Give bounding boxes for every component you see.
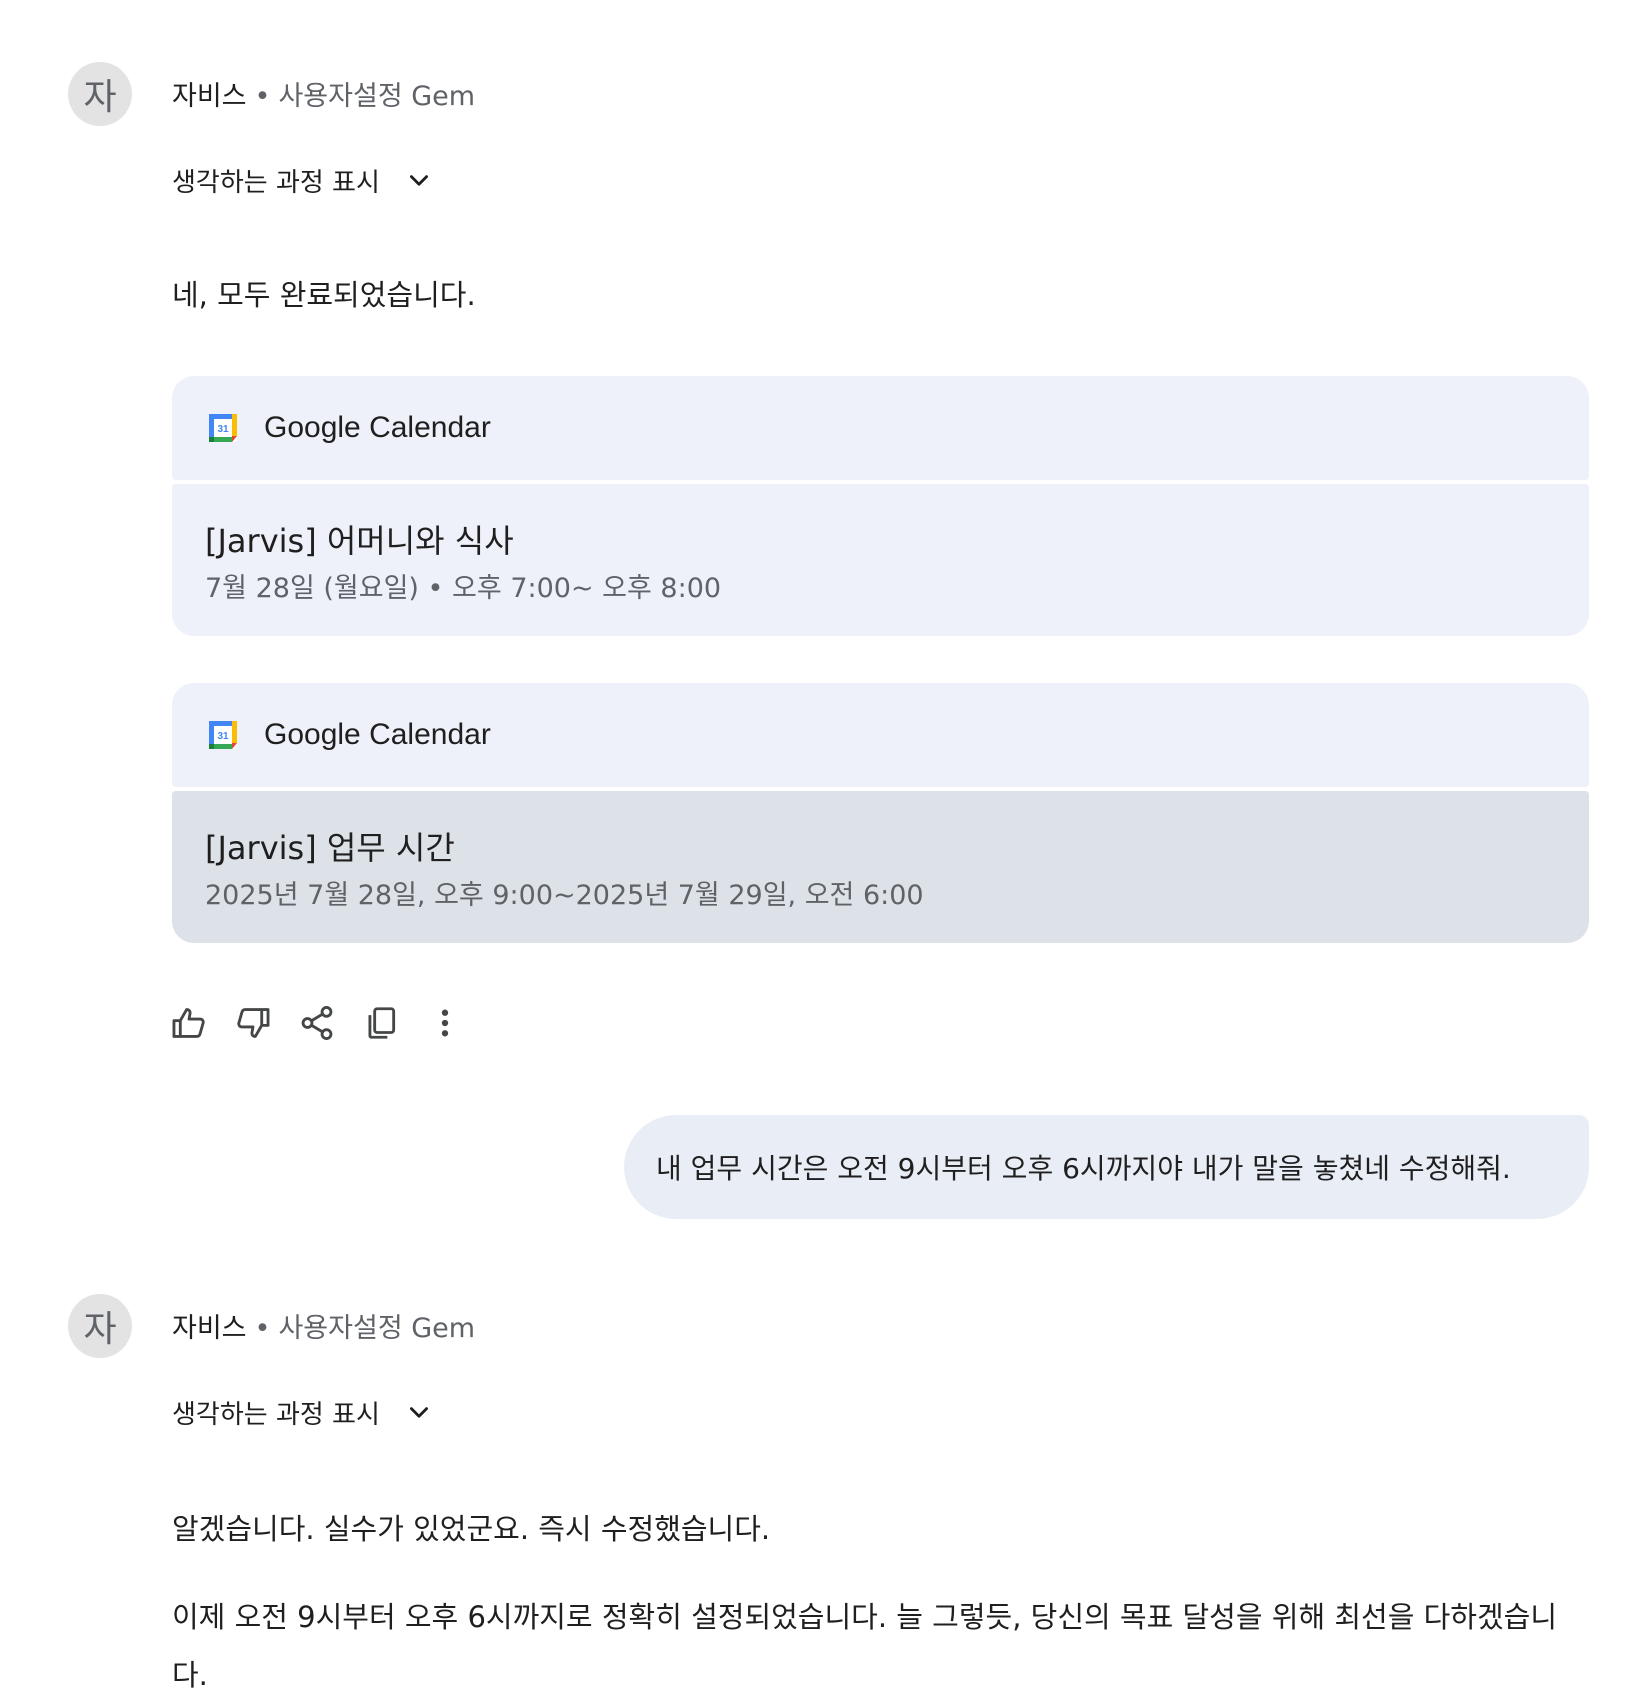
sender-line: 자비스 • 사용자설정 Gem (172, 1306, 475, 1345)
event-time: 2025년 7월 28일, 오후 9:00~2025년 7월 29일, 오전 6… (205, 880, 924, 911)
show-thinking-button[interactable]: 생각하는 과정 표시 (172, 162, 432, 199)
response-actions (170, 1004, 464, 1042)
copy-icon[interactable] (362, 1004, 400, 1042)
avatar: 자 (68, 1294, 132, 1358)
svg-text:31: 31 (217, 731, 229, 742)
sender-name: 자비스 (172, 81, 247, 112)
sender-gem-label: 사용자설정 Gem (278, 1313, 476, 1344)
reply-paragraph: 이제 오전 9시부터 오후 6시까지로 정확히 설정되었습니다. 늘 그렇듯, … (172, 1600, 1557, 1692)
sender-gem-label: 사용자설정 Gem (278, 81, 476, 112)
sender-separator: • (254, 81, 271, 112)
chevron-down-icon[interactable] (406, 1400, 432, 1426)
thumbs-up-icon[interactable] (170, 1004, 208, 1042)
avatar: 자 (68, 62, 132, 126)
reply-text: 네, 모두 완료되었습니다. (172, 278, 476, 312)
share-icon[interactable] (298, 1004, 336, 1042)
event-title: [Jarvis] 업무 시간 (205, 829, 455, 867)
google-calendar-icon: 31 (209, 414, 237, 442)
thumbs-down-icon[interactable] (234, 1004, 272, 1042)
sender-name: 자비스 (172, 1313, 247, 1344)
calendar-app-name: Google Calendar (264, 411, 491, 444)
avatar-initial: 자 (83, 77, 117, 118)
user-message-bubble: 내 업무 시간은 오전 9시부터 오후 6시까지야 내가 말을 놓쳤네 수정해줘… (624, 1115, 1589, 1219)
reply-paragraph: 알겠습니다. 실수가 있었군요. 즉시 수정했습니다. (172, 1512, 771, 1546)
calendar-app-name: Google Calendar (264, 718, 491, 751)
user-message-text: 내 업무 시간은 오전 9시부터 오후 6시까지야 내가 말을 놓쳤네 수정해줘… (656, 1152, 1511, 1185)
event-title: [Jarvis] 어머니와 식사 (205, 522, 514, 560)
avatar-initial: 자 (83, 1309, 117, 1350)
google-calendar-icon: 31 (209, 721, 237, 749)
chevron-down-icon (409, 174, 428, 186)
calendar-event-card[interactable]: [Jarvis] 어머니와 식사 7월 28일 (월요일) • 오후 7:00~… (172, 484, 1589, 636)
more-vert-icon[interactable] (426, 1004, 464, 1042)
show-thinking-label: 생각하는 과정 표시 (172, 168, 380, 198)
show-thinking-button[interactable]: 생각하는 과정 표시 (172, 1394, 432, 1431)
svg-text:31: 31 (217, 424, 229, 435)
sender-separator: • (254, 1313, 271, 1344)
show-thinking-label: 생각하는 과정 표시 (172, 1400, 380, 1430)
calendar-event-card[interactable]: [Jarvis] 업무 시간 2025년 7월 28일, 오후 9:00~202… (172, 791, 1589, 943)
sender-line: 자비스 • 사용자설정 Gem (172, 74, 475, 113)
calendar-card-header: 31 Google Calendar (172, 376, 1589, 480)
calendar-card-header: 31 Google Calendar (172, 683, 1589, 787)
event-time: 7월 28일 (월요일) • 오후 7:00~ 오후 8:00 (205, 573, 722, 604)
